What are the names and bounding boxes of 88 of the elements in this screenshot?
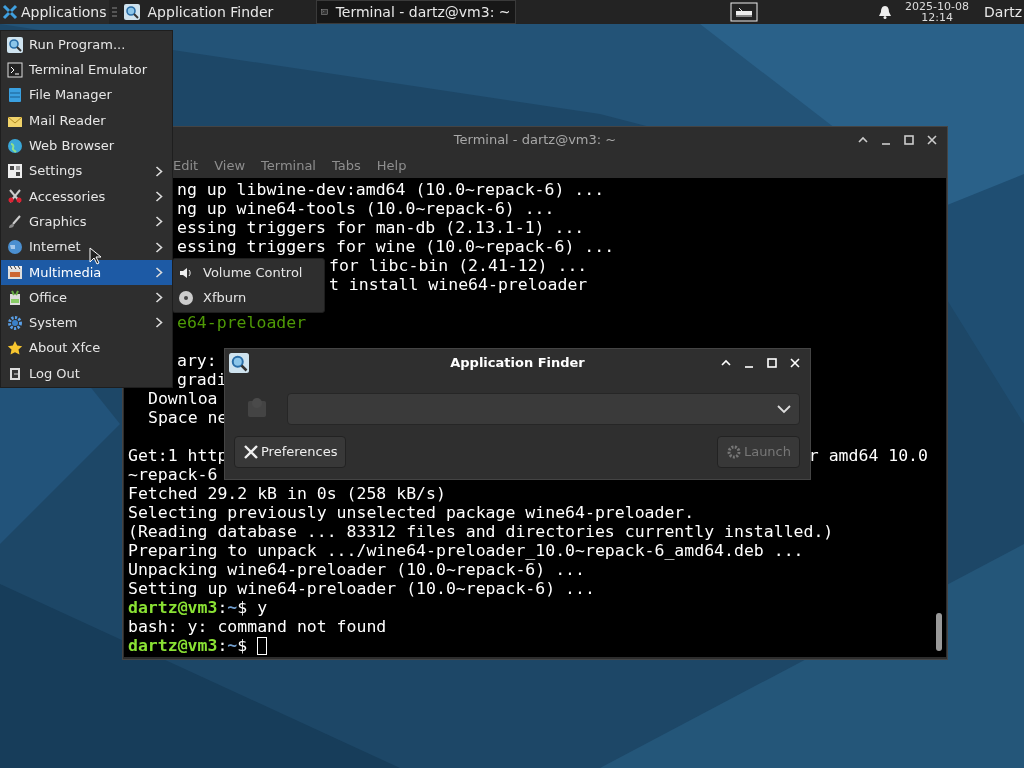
terminal-line: e64-preloader: [177, 313, 307, 332]
gear-icon: [7, 314, 23, 331]
maximize-button[interactable]: [765, 355, 779, 370]
brush-icon: [7, 213, 23, 230]
terminal-line: Preparing to unpack .../wine64-preloader_10.0~repack-6_amd64.deb ...: [128, 541, 804, 560]
terminal-line: for libc-bin (2.41-12) ...: [329, 256, 588, 275]
settings-icon: [7, 163, 23, 180]
terminal-line: gradi: [177, 370, 227, 389]
applications-menu-button[interactable]: Applications: [0, 0, 109, 24]
terminal-line: Setting up wine64-preloader (10.0~repack-6) ...: [128, 579, 595, 598]
prompt-path: ~: [227, 636, 238, 655]
close-button[interactable]: [788, 355, 802, 370]
scrollbar-thumb[interactable]: [936, 613, 942, 651]
taskbar-button[interactable]: Terminal - dartz@vm3: ~: [315, 0, 516, 24]
terminal-line: ary:: [177, 351, 217, 370]
panel-clock[interactable]: 2025-10-08 12:14: [902, 1, 973, 23]
menu-item[interactable]: System: [1, 310, 172, 336]
gear-icon: [725, 444, 742, 460]
menu-item[interactable]: Graphics: [1, 209, 172, 235]
terminal-line: (Reading database ... 83312 files and directories currently installed.): [128, 522, 834, 541]
terminal-line: essing triggers for man-db (2.13.1-1) ...: [177, 218, 585, 237]
terminal-line: Selecting previously unselected package wine64-preloader.: [128, 503, 695, 522]
star-icon: [7, 340, 23, 357]
prompt-separator: :: [217, 598, 228, 617]
file-cabinet-icon: [7, 87, 23, 104]
prompt-user: dartz@vm3: [128, 598, 218, 617]
menu-item[interactable]: File Manager: [1, 82, 172, 108]
search-combo-field[interactable]: [287, 393, 800, 425]
terminal-line: Unpacking wine64-preloader (10.0~repack-6) ...: [128, 560, 585, 579]
menu-item[interactable]: Mail Reader: [1, 107, 172, 134]
scissors-icon: [7, 188, 23, 205]
menu-item[interactable]: Volume Control: [173, 260, 324, 286]
menu-item[interactable]: Multimedia: [1, 259, 172, 285]
terminal-line: ~repack-6: [128, 465, 218, 484]
user-name[interactable]: Dartz: [972, 1, 1024, 23]
prompt-user: dartz@vm3: [128, 636, 218, 655]
prompt-symbol: $: [237, 598, 248, 617]
terminal-line: ng up libwine-dev:amd64 (10.0~repack-6) ...: [177, 180, 605, 199]
xfce-mouse-icon: [2, 4, 18, 20]
close-button[interactable]: [925, 133, 939, 147]
menu-item[interactable]: Internet: [1, 234, 172, 260]
menu-item[interactable]: Log Out: [1, 360, 172, 387]
speaker-icon: [178, 265, 194, 281]
prompt-path: ~: [227, 598, 238, 617]
menu-bar-item[interactable]: Help: [376, 155, 407, 176]
window-title: Terminal - dartz@vm3: ~: [453, 131, 617, 150]
clock-time: 12:14: [921, 12, 953, 23]
disc-icon: [178, 290, 194, 306]
log-out-icon: [7, 365, 23, 382]
menu-bar-item[interactable]: View: [214, 155, 246, 176]
terminal-line: t install wine64-preloader: [329, 275, 588, 294]
menu-bar-item[interactable]: Edit: [173, 155, 199, 176]
notification-bell-icon[interactable]: [878, 5, 893, 19]
window-title: Application Finder: [450, 353, 585, 372]
terminal-icon: [7, 61, 23, 78]
maximize-button[interactable]: [902, 133, 916, 147]
menu-item[interactable]: Web Browser: [1, 133, 172, 159]
search-icon: [123, 4, 140, 20]
terminal-line: Fetched 29.2 kB in 0s (258 kB/s): [128, 484, 446, 503]
terminal-line: r amd64 10.0: [808, 446, 928, 465]
terminal-line: bash: y: command not found: [128, 617, 387, 636]
menu-item[interactable]: Accessories: [1, 183, 172, 210]
terminal-line: essing triggers for wine (10.0~repack-6) ...: [177, 237, 615, 256]
terminal-line: Downloa: [148, 389, 218, 408]
menu-bar-item[interactable]: Terminal: [261, 155, 316, 176]
dialog-button[interactable]: Preferences: [234, 436, 347, 468]
globe-icon: [7, 137, 23, 154]
prompt-symbol: $: [237, 636, 248, 655]
menu-item[interactable]: Run Program...: [1, 32, 172, 58]
menu-bar-item[interactable]: Tabs: [332, 155, 361, 176]
office-cup-icon: [7, 289, 23, 306]
search-icon: [7, 36, 23, 53]
menu-item[interactable]: About Xfce: [1, 335, 172, 361]
command-text: y: [256, 598, 268, 617]
monitor-icon[interactable]: [730, 2, 759, 22]
menu-item[interactable]: Office: [1, 284, 172, 311]
panel-handle-icon[interactable]: [111, 6, 117, 18]
finder-icon: [229, 352, 249, 373]
clock-date: 2025-10-08: [905, 1, 969, 12]
terminal-line: ng up wine64-tools (10.0~repack-6) ...: [177, 199, 555, 218]
globe-icon: [7, 239, 23, 255]
mouse-cursor-icon: [89, 247, 101, 265]
taskbar-button[interactable]: Application Finder: [119, 0, 316, 24]
menu-item[interactable]: Terminal Emulator: [1, 57, 172, 83]
prompt-separator: :: [217, 636, 228, 655]
clapperboard-icon: [7, 264, 23, 281]
menu-item[interactable]: Settings: [1, 158, 172, 184]
menu-item[interactable]: Xfburn: [173, 285, 324, 311]
